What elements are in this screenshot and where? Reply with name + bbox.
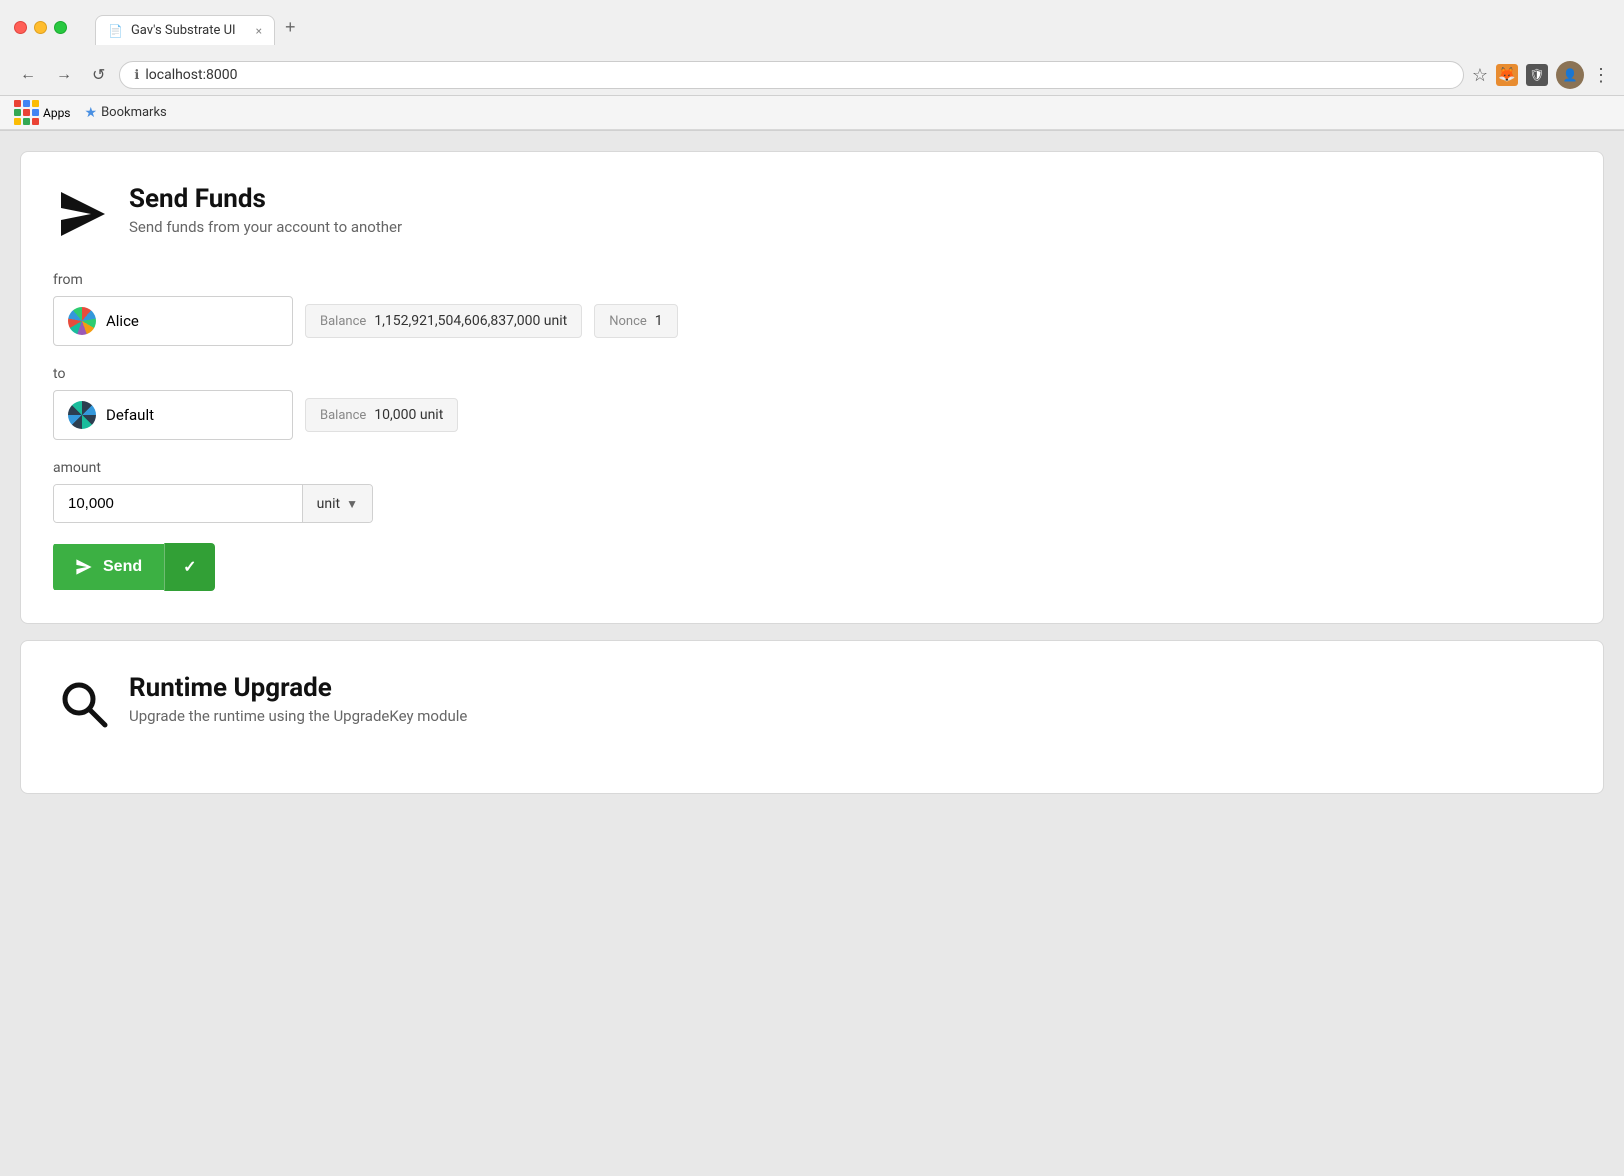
address-bar[interactable]: ℹ localhost:8000 [119, 61, 1463, 89]
to-balance-badge: Balance 10,000 unit [305, 398, 458, 432]
maximize-window-button[interactable] [54, 21, 67, 34]
minimize-window-button[interactable] [34, 21, 47, 34]
user-avatar[interactable]: 👤 [1556, 61, 1584, 89]
to-row: Default Balance 10,000 unit [53, 390, 1571, 440]
from-label: from [53, 272, 1571, 288]
send-funds-header: Send Funds Send funds from your account … [53, 184, 1571, 244]
amount-row: unit ▼ [53, 484, 373, 523]
metamask-icon[interactable]: 🦊 [1496, 64, 1518, 86]
apps-dot [23, 100, 30, 107]
runtime-upgrade-title-area: Runtime Upgrade Upgrade the runtime usin… [129, 673, 467, 725]
bookmark-star-button[interactable]: ☆ [1472, 65, 1488, 86]
browser-titlebar: 📄 Gav's Substrate UI × + [0, 0, 1624, 55]
send-confirm-button[interactable]: ✓ [164, 543, 214, 591]
apps-grid-icon [14, 100, 39, 125]
send-funds-icon [53, 184, 113, 244]
from-balance-value: 1,152,921,504,606,837,000 unit [374, 313, 567, 329]
apps-dot [32, 118, 39, 125]
active-tab[interactable]: 📄 Gav's Substrate UI × [95, 15, 275, 45]
nonce-label: Nonce [609, 314, 647, 329]
amount-label: amount [53, 460, 1571, 476]
runtime-upgrade-icon [53, 673, 113, 733]
amount-section: amount unit ▼ [53, 460, 1571, 523]
to-account-select[interactable]: Default [53, 390, 293, 440]
runtime-upgrade-header: Runtime Upgrade Upgrade the runtime usin… [53, 673, 1571, 733]
send-button-label: Send [103, 558, 142, 576]
nonce-badge: Nonce 1 [594, 304, 677, 338]
unit-label: unit [317, 496, 340, 512]
bookmarks-label: Bookmarks [101, 105, 167, 120]
chevron-down-icon: ▼ [346, 497, 358, 511]
apps-dot [23, 118, 30, 125]
forward-button[interactable]: → [50, 62, 78, 88]
balance-label-from: Balance [320, 314, 366, 329]
checkmark-icon: ✓ [183, 557, 196, 577]
from-account-name: Alice [106, 312, 139, 330]
from-row: Alice Balance 1,152,921,504,606,837,000 … [53, 296, 1571, 346]
nonce-value: 1 [655, 313, 663, 329]
menu-button[interactable]: ⋮ [1592, 65, 1610, 86]
tab-bar: 📄 Gav's Substrate UI × + [81, 10, 1610, 45]
apps-dot [32, 100, 39, 107]
unit-select[interactable]: unit ▼ [302, 485, 372, 522]
send-funds-subtitle: Send funds from your account to another [129, 218, 402, 236]
amount-input[interactable] [54, 485, 302, 522]
to-balance-value: 10,000 unit [374, 407, 443, 423]
bookmarks-link[interactable]: ★ Bookmarks [85, 105, 167, 121]
runtime-upgrade-title: Runtime Upgrade [129, 673, 467, 703]
apps-dot [32, 109, 39, 116]
to-section: to Default Balance 10,000 unit [53, 366, 1571, 440]
tab-close-button[interactable]: × [256, 24, 262, 38]
refresh-button[interactable]: ↺ [86, 61, 111, 89]
apps-dot [14, 109, 21, 116]
to-label: to [53, 366, 1571, 382]
send-button[interactable]: Send ✓ [53, 543, 215, 591]
shield-icon[interactable]: 🛡 [1526, 64, 1548, 86]
back-button[interactable]: ← [14, 62, 42, 88]
default-identicon [68, 401, 96, 429]
runtime-upgrade-card: Runtime Upgrade Upgrade the runtime usin… [20, 640, 1604, 794]
bookmarks-star-icon: ★ [85, 105, 98, 121]
send-button-main: Send [53, 544, 164, 590]
apps-link[interactable]: Apps [14, 100, 71, 125]
send-funds-card: Send Funds Send funds from your account … [20, 151, 1604, 624]
close-window-button[interactable] [14, 21, 27, 34]
alice-identicon [68, 307, 96, 335]
from-account-select[interactable]: Alice [53, 296, 293, 346]
new-tab-button[interactable]: + [275, 10, 306, 45]
info-icon: ℹ [134, 68, 139, 83]
apps-dot [14, 100, 21, 107]
send-plane-icon [75, 558, 93, 576]
address-text: localhost:8000 [145, 67, 237, 83]
tab-page-icon: 📄 [108, 24, 123, 38]
runtime-upgrade-subtitle: Upgrade the runtime using the UpgradeKey… [129, 707, 467, 725]
apps-label: Apps [43, 106, 71, 120]
browser-chrome: 📄 Gav's Substrate UI × + ← → ↺ ℹ localho… [0, 0, 1624, 131]
bookmarks-bar: Apps ★ Bookmarks [0, 96, 1624, 130]
traffic-lights [14, 21, 67, 34]
apps-dot [23, 109, 30, 116]
tab-title: Gav's Substrate UI [131, 23, 236, 38]
send-funds-title-area: Send Funds Send funds from your account … [129, 184, 402, 236]
nav-bar: ← → ↺ ℹ localhost:8000 ☆ 🦊 🛡 👤 ⋮ [0, 55, 1624, 96]
nav-right: ☆ 🦊 🛡 👤 ⋮ [1472, 61, 1610, 89]
apps-dot [14, 118, 21, 125]
from-balance-badge: Balance 1,152,921,504,606,837,000 unit [305, 304, 582, 338]
to-account-name: Default [106, 406, 154, 424]
page-content: Send Funds Send funds from your account … [0, 131, 1624, 814]
from-section: from Alice Balance 1,152,921,504,606,837… [53, 272, 1571, 346]
balance-label-to: Balance [320, 408, 366, 423]
send-funds-title: Send Funds [129, 184, 402, 214]
